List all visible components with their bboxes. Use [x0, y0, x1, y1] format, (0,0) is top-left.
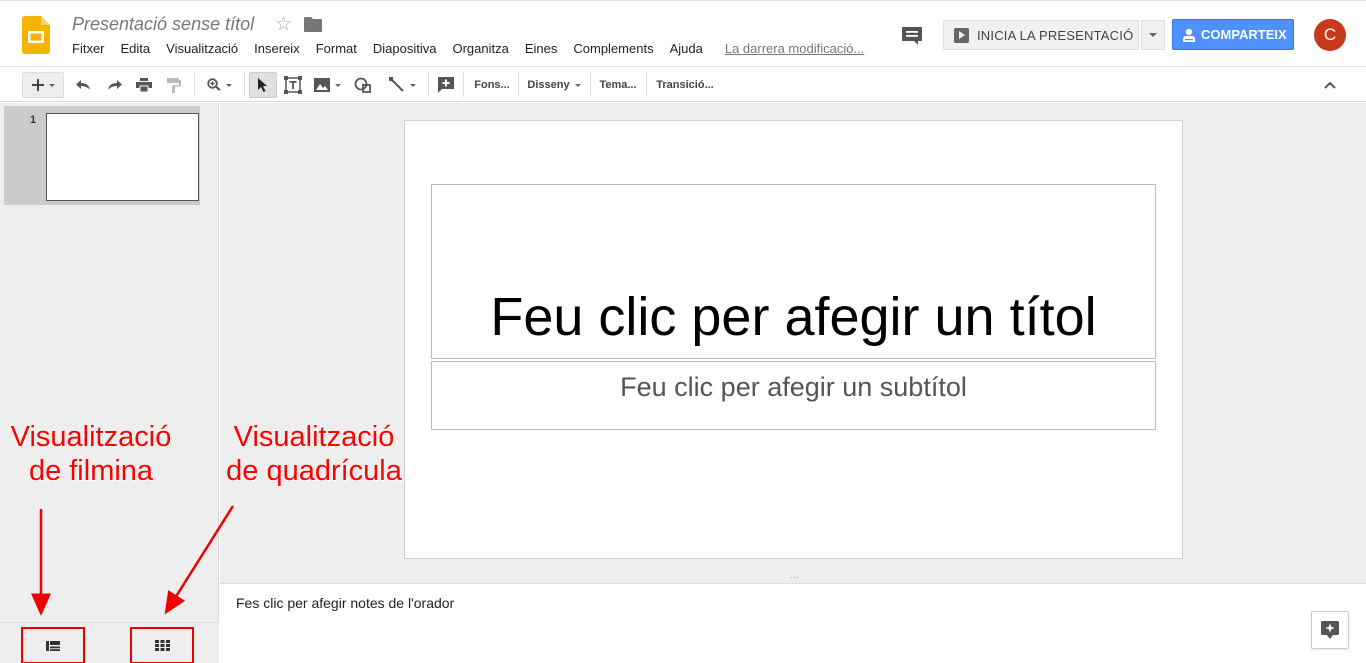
- speaker-notes-placeholder: Fes clic per afegir notes de l'orador: [236, 595, 455, 611]
- chevron-down-icon: [574, 83, 581, 87]
- slide-canvas[interactable]: Feu clic per afegir un títol Feu clic pe…: [404, 120, 1183, 559]
- toolbar-divider: [194, 73, 195, 97]
- print-icon: [136, 78, 152, 92]
- toolbar-divider: [244, 73, 245, 97]
- menu-tools[interactable]: Eines: [525, 41, 558, 56]
- new-slide-button[interactable]: [22, 72, 64, 98]
- toolbar-divider: [590, 73, 591, 97]
- menu-file[interactable]: Fitxer: [72, 41, 105, 56]
- menu-insert[interactable]: Insereix: [254, 41, 300, 56]
- title-placeholder-box[interactable]: Feu clic per afegir un títol: [431, 184, 1156, 359]
- chevron-down-icon: [409, 83, 416, 87]
- text-box-button[interactable]: [281, 72, 305, 98]
- title-placeholder: Feu clic per afegir un títol: [490, 287, 1097, 347]
- arrow-to-grid-view: [164, 505, 235, 615]
- chevron-down-icon: [334, 83, 341, 87]
- toolbar: Fons... Disseny Tema... Transició...: [0, 66, 1366, 102]
- shape-button[interactable]: [350, 72, 376, 98]
- view-switcher-bar: [0, 622, 219, 663]
- filmstrip-view-button[interactable]: [21, 627, 85, 663]
- toolbar-divider: [646, 73, 647, 97]
- zoom-button[interactable]: [200, 72, 238, 98]
- annotation-arrows: [31, 505, 235, 616]
- plus-icon: [31, 79, 44, 91]
- speaker-notes-panel[interactable]: Fes clic per afegir notes de l'orador: [220, 584, 1366, 663]
- zoom-icon: [206, 78, 220, 91]
- undo-button[interactable]: [72, 72, 96, 98]
- person-icon: [1183, 28, 1195, 42]
- undo-icon: [76, 80, 90, 90]
- annotation-line: Visualització: [233, 421, 395, 453]
- insert-image-button[interactable]: [309, 72, 345, 98]
- redo-button[interactable]: [102, 72, 126, 98]
- filmstrip-view-annotation: Visualització de filmina: [2, 420, 180, 488]
- line-icon: [388, 77, 404, 92]
- notes-resize-handle[interactable]: ⋯: [220, 572, 1366, 584]
- account-avatar[interactable]: C: [1314, 19, 1346, 51]
- print-button[interactable]: [132, 72, 156, 98]
- menu-view[interactable]: Visualització: [166, 41, 238, 56]
- grid-view-annotation: Visualització de quadrícula: [214, 420, 414, 488]
- last-edit-link[interactable]: La darrera modificació...: [725, 41, 864, 56]
- document-title[interactable]: Presentació sense títol: [72, 14, 254, 35]
- folder-icon[interactable]: [304, 17, 322, 32]
- chevron-down-icon: [48, 83, 55, 87]
- redo-icon: [108, 80, 122, 90]
- layout-label: Disseny: [527, 79, 570, 91]
- start-presentation-button[interactable]: INICIA LA PRESENTACIÓ: [943, 20, 1139, 50]
- insert-comment-button[interactable]: [434, 72, 458, 98]
- play-icon: [954, 27, 969, 43]
- start-presentation-label: INICIA LA PRESENTACIÓ: [977, 27, 1134, 43]
- annotation-line: Visualització: [10, 421, 172, 453]
- select-tool-button[interactable]: [249, 72, 277, 98]
- paint-format-button[interactable]: [162, 72, 186, 98]
- grid-view-icon: [154, 640, 170, 651]
- menu-edit[interactable]: Edita: [121, 41, 151, 56]
- menu-addons[interactable]: Complements: [573, 41, 653, 56]
- slide-thumbnail-item[interactable]: 1: [4, 106, 200, 205]
- chevron-up-icon: [1324, 81, 1336, 89]
- toolbar-divider: [518, 73, 519, 97]
- toolbar-divider: [463, 73, 464, 97]
- menu-bar: Fitxer Edita Visualització Insereix Form…: [72, 41, 880, 56]
- image-icon: [313, 78, 330, 92]
- layout-button[interactable]: Disseny: [524, 72, 584, 98]
- transition-button[interactable]: Transició...: [652, 72, 718, 98]
- menu-slide[interactable]: Diapositiva: [373, 41, 437, 56]
- explore-icon: [1321, 621, 1339, 639]
- share-button[interactable]: COMPARTEIX: [1172, 19, 1294, 50]
- filmstrip-view-icon: [46, 640, 60, 651]
- subtitle-placeholder: Feu clic per afegir un subtítol: [620, 372, 967, 402]
- line-button[interactable]: [382, 72, 422, 98]
- slide-number: 1: [30, 114, 37, 126]
- theme-button[interactable]: Tema...: [596, 72, 640, 98]
- drag-handle-icon: ⋯: [790, 572, 799, 582]
- toolbar-divider: [428, 73, 429, 97]
- star-icon[interactable]: ☆: [275, 13, 292, 36]
- share-label: COMPARTEIX: [1201, 27, 1287, 42]
- menu-help[interactable]: Ajuda: [670, 41, 703, 56]
- chevron-down-icon: [225, 83, 232, 87]
- annotation-line: de filmina: [28, 455, 154, 487]
- annotation-line: de quadrícula: [226, 455, 402, 487]
- menu-format[interactable]: Format: [316, 41, 357, 56]
- grid-view-button[interactable]: [130, 627, 194, 663]
- presentation-options-dropdown[interactable]: [1141, 20, 1165, 50]
- app-header: Presentació sense títol ☆ Fitxer Edita V…: [0, 0, 1366, 66]
- paint-roller-icon: [167, 77, 181, 93]
- slides-app: Presentació sense títol ☆ Fitxer Edita V…: [0, 0, 1366, 663]
- comments-icon[interactable]: [900, 25, 924, 47]
- collapse-toolbar-button[interactable]: [1318, 72, 1342, 98]
- shape-icon: [354, 77, 371, 93]
- background-button[interactable]: Fons...: [470, 72, 514, 98]
- cursor-arrow-icon: [258, 77, 267, 92]
- chevron-down-icon: [1149, 33, 1157, 37]
- add-comment-icon: [438, 77, 454, 93]
- explore-button[interactable]: [1311, 611, 1349, 649]
- text-box-icon: [284, 76, 302, 94]
- slides-logo-icon[interactable]: [22, 16, 50, 54]
- menu-arrange[interactable]: Organitza: [452, 41, 508, 56]
- subtitle-placeholder-box[interactable]: Feu clic per afegir un subtítol: [431, 361, 1156, 430]
- slide-thumbnail[interactable]: [46, 113, 199, 201]
